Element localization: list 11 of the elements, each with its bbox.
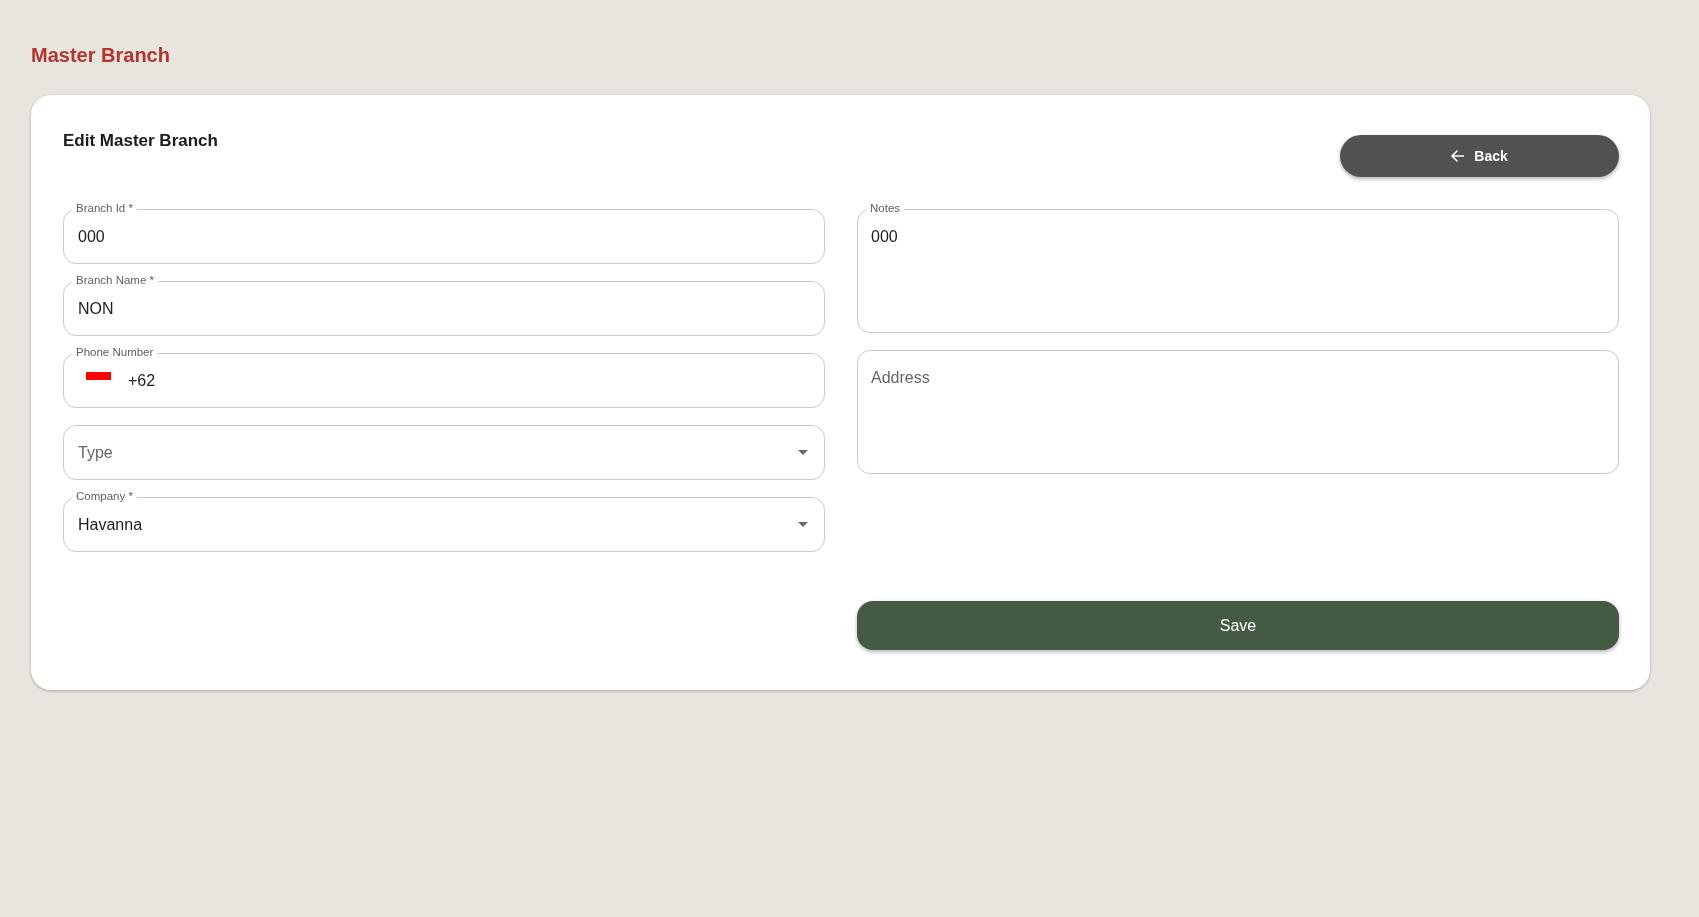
caret-down-icon	[798, 522, 808, 527]
field-label: Company *	[72, 489, 137, 504]
dropdown-field[interactable]: Type	[63, 425, 825, 480]
page-title: Master Branch	[31, 43, 170, 68]
save-button[interactable]: Save	[857, 601, 1619, 650]
arrow-left-icon	[1451, 150, 1465, 162]
caret-down-icon	[798, 450, 808, 455]
flag-icon	[86, 372, 111, 380]
card-title: Edit Master Branch	[63, 130, 218, 152]
back-button[interactable]: Back	[1340, 135, 1619, 177]
text-area-field[interactable]: Address	[857, 350, 1619, 474]
